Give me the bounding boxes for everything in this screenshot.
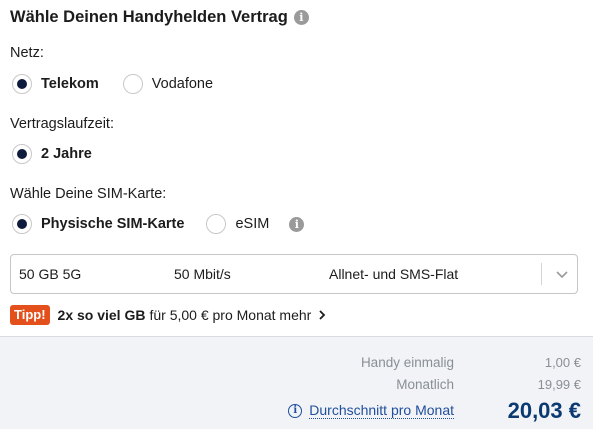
price-summary: Handy einmalig 1,00 € Monatlich 19,99 € …	[0, 336, 593, 429]
term-radio-group: 2 Jahre	[12, 144, 114, 164]
network-radio-group: Telekom Vodafone	[12, 74, 235, 94]
tip-banner: Tipp! 2x so viel GB für 5,00 € pro Monat…	[10, 305, 327, 325]
tariff-data-volume: 50 GB 5G	[19, 266, 82, 282]
select-divider	[541, 263, 542, 285]
network-option-telekom[interactable]: Telekom	[12, 74, 99, 94]
contract-panel: Wähle Deinen Handyhelden Vertrag i Netz:…	[0, 0, 593, 429]
summary-value-monthly: 19,99 €	[537, 377, 581, 392]
tip-text: für 5,00 € pro Monat mehr	[149, 307, 312, 323]
summary-value-one-time: 1,00 €	[544, 355, 581, 370]
term-label: Vertragslaufzeit:	[10, 116, 114, 132]
sim-label: Wähle Deine SIM-Karte:	[10, 186, 167, 202]
average-total-price: 20,03 €	[507, 398, 581, 423]
tip-upgrade-link[interactable]: 2x so viel GB für 5,00 € pro Monat mehr	[58, 307, 328, 323]
term-option-label: 2 Jahre	[41, 146, 92, 162]
network-label: Netz:	[10, 45, 44, 61]
info-icon[interactable]: i	[289, 216, 305, 232]
average-label: Durchschnitt pro Monat	[309, 402, 454, 419]
tariff-speed: 50 Mbit/s	[174, 266, 231, 282]
network-option-vodafone[interactable]: Vodafone	[122, 74, 214, 94]
sim-option-label: eSIM	[235, 216, 270, 232]
radio-selected-icon	[12, 74, 32, 94]
chevron-down-icon[interactable]	[554, 266, 570, 282]
network-option-label: Telekom	[41, 76, 99, 92]
radio-selected-icon	[12, 144, 32, 164]
radio-unselected-icon	[206, 214, 227, 234]
contract-heading: Wähle Deinen Handyhelden Vertrag i	[10, 8, 309, 27]
chevron-right-icon	[319, 310, 326, 320]
radio-selected-icon	[12, 214, 32, 234]
sim-option-esim[interactable]: eSIM	[206, 214, 269, 234]
sim-option-label: Physische SIM-Karte	[41, 216, 185, 232]
info-icon[interactable]: i	[293, 10, 309, 25]
tariff-flat: Allnet- und SMS-Flat	[329, 266, 459, 282]
summary-label-monthly: Monatlich	[396, 377, 454, 392]
tariff-select[interactable]: 50 GB 5G 50 Mbit/s Allnet- und SMS-Flat	[10, 254, 578, 294]
summary-label-one-time: Handy einmalig	[360, 355, 454, 370]
term-option-2-years[interactable]: 2 Jahre	[12, 144, 92, 164]
sim-option-physical[interactable]: Physische SIM-Karte	[12, 214, 184, 234]
radio-unselected-icon	[122, 74, 143, 94]
page-title: Wähle Deinen Handyhelden Vertrag	[10, 8, 288, 26]
sim-radio-group: Physische SIM-Karte eSIM i	[12, 214, 305, 234]
tip-highlight: 2x so viel GB	[57, 307, 146, 323]
network-option-label: Vodafone	[151, 76, 214, 92]
average-per-month-link[interactable]: i Durchschnitt pro Monat	[288, 402, 454, 419]
info-circle-icon: i	[288, 403, 303, 418]
tip-badge: Tipp!	[10, 305, 50, 325]
